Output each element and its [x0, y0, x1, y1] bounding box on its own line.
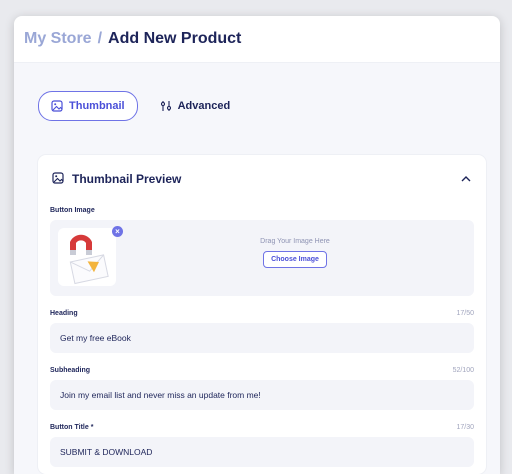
- breadcrumb-separator: /: [97, 30, 103, 47]
- app-window: My Store / Add New Product Thumbnail Adv…: [14, 16, 500, 474]
- thumbnail-preview-card: Thumbnail Preview Button Image × Drag Yo…: [38, 155, 486, 474]
- card-title: Thumbnail Preview: [72, 172, 182, 186]
- breadcrumb-store-link[interactable]: My Store: [24, 30, 92, 48]
- sliders-icon: [160, 100, 172, 112]
- tab-advanced[interactable]: Advanced: [148, 92, 243, 120]
- breadcrumb: My Store / Add New Product: [14, 16, 500, 63]
- image-icon: [51, 100, 63, 112]
- button-title-counter: 17/30: [456, 424, 474, 431]
- subheading-label-row: Subheading 52/100: [38, 367, 486, 374]
- chevron-up-icon[interactable]: [460, 173, 472, 185]
- subheading-counter: 52/100: [452, 367, 474, 374]
- tab-thumbnail[interactable]: Thumbnail: [38, 91, 138, 121]
- button-title-label: Button Title *: [50, 424, 94, 431]
- tab-advanced-label: Advanced: [177, 100, 231, 112]
- image-dropzone[interactable]: × Drag Your Image Here Choose Image: [50, 220, 474, 296]
- button-image-thumbnail: [58, 228, 116, 286]
- page-title: Add New Product: [108, 30, 242, 47]
- heading-counter: 17/50: [456, 310, 474, 317]
- button-title-input[interactable]: SUBMIT & DOWNLOAD: [50, 437, 474, 467]
- tab-bar: Thumbnail Advanced: [14, 63, 500, 121]
- heading-label: Heading: [50, 310, 78, 317]
- subheading-label: Subheading: [50, 367, 91, 374]
- image-icon: [52, 171, 64, 187]
- heading-label-row: Heading 17/50: [38, 310, 486, 317]
- magnet-envelope-image: [69, 234, 109, 285]
- remove-image-button[interactable]: ×: [112, 226, 123, 237]
- dropzone-text: Drag Your Image Here: [260, 238, 330, 245]
- main-content: Thumbnail Advanced Thumbnail Preview But…: [14, 63, 500, 474]
- button-image-label: Button Image: [50, 207, 95, 214]
- tab-thumbnail-label: Thumbnail: [69, 100, 125, 112]
- choose-image-button[interactable]: Choose Image: [263, 251, 327, 268]
- button-image-label-row: Button Image: [38, 207, 486, 214]
- button-title-label-row: Button Title * 17/30: [38, 424, 486, 431]
- card-header: Thumbnail Preview: [52, 171, 182, 187]
- subheading-input[interactable]: Join my email list and never miss an upd…: [50, 380, 474, 410]
- heading-input[interactable]: Get my free eBook: [50, 323, 474, 353]
